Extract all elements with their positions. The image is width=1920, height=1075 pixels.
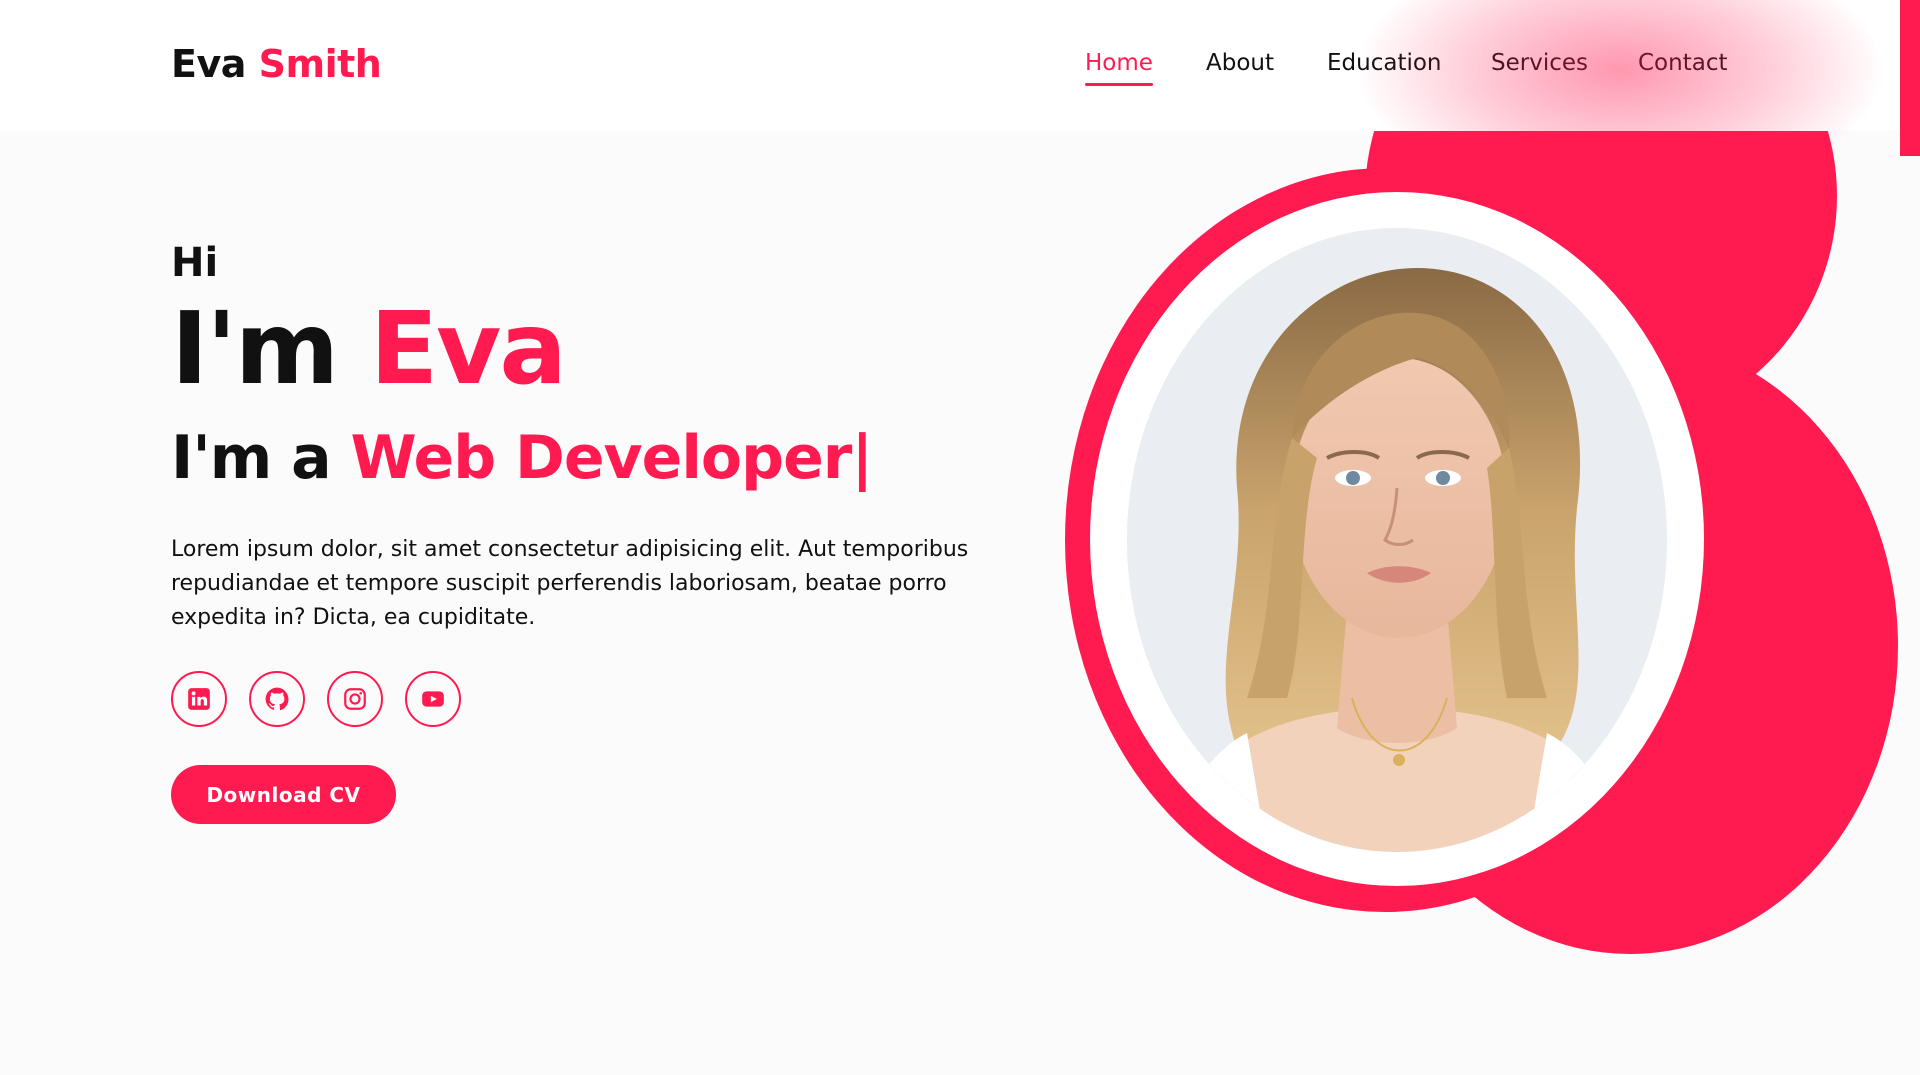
hero-description: Lorem ipsum dolor, sit amet consectetur … — [171, 537, 969, 630]
nav-services[interactable]: Services — [1491, 50, 1588, 76]
hero-section: Hi I'm Eva I'm a Web Developer| Lorem ip… — [171, 240, 991, 824]
hero-im-prefix: I'm — [171, 290, 339, 407]
hero-greeting: Hi — [171, 240, 219, 286]
youtube-link[interactable] — [405, 671, 461, 727]
hero-role: I'm a Web Developer| — [171, 423, 991, 493]
hero-headline: I'm Eva — [171, 296, 991, 401]
site-header: Eva Smith Home About Education Services … — [0, 0, 1920, 131]
nav-home[interactable]: Home — [1085, 50, 1153, 86]
hero-role-text: Web Developer — [350, 423, 852, 493]
nav-education[interactable]: Education — [1327, 50, 1442, 76]
typing-cursor: | — [851, 423, 873, 493]
profile-photo-illustration — [1127, 228, 1667, 852]
download-cv-button[interactable]: Download CV — [171, 765, 396, 824]
linkedin-link[interactable] — [171, 671, 227, 727]
nav-about[interactable]: About — [1206, 50, 1274, 76]
hero-role-prefix: I'm a — [171, 423, 332, 493]
main-nav: Home About Education Services Contact — [0, 50, 1920, 90]
youtube-icon — [422, 691, 444, 707]
github-link[interactable] — [249, 671, 305, 727]
github-icon — [265, 687, 289, 711]
social-links — [171, 671, 991, 727]
profile-photo — [1127, 228, 1667, 852]
instagram-link[interactable] — [327, 671, 383, 727]
instagram-icon — [344, 688, 366, 710]
hero-name: Eva — [369, 290, 567, 407]
page-scrollbar-thumb[interactable] — [1900, 0, 1920, 156]
linkedin-icon — [188, 688, 210, 710]
page: Eva Smith Home About Education Services … — [0, 0, 1920, 1075]
nav-contact[interactable]: Contact — [1638, 50, 1727, 76]
